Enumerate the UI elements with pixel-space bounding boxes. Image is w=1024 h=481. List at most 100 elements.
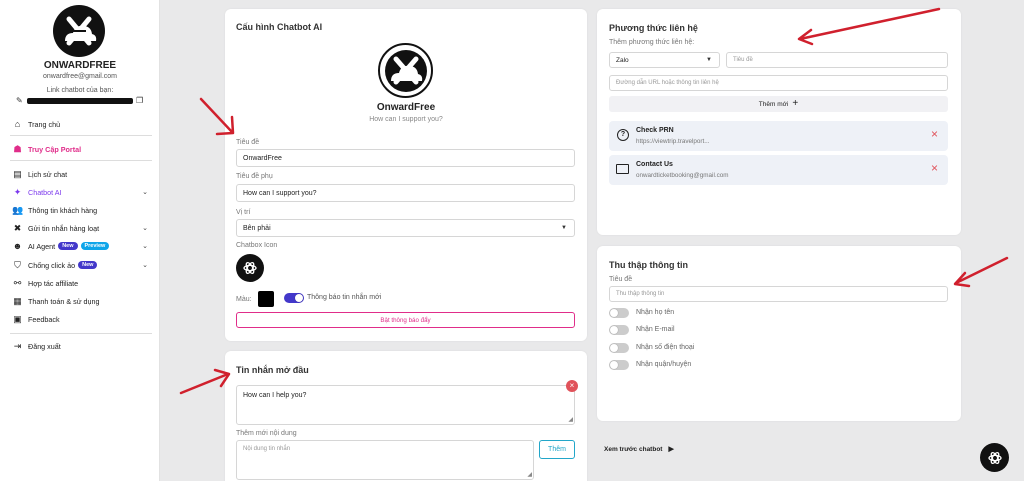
account-email: onwardfree@gmail.com (42, 73, 118, 80)
robot-icon: ☻ (12, 240, 23, 251)
add-content-label: Thêm mới nội dung (236, 430, 297, 437)
annotation-arrow (797, 7, 941, 46)
subtitle-input[interactable]: How can I support you? (236, 184, 575, 202)
sidebar-item-feedback[interactable]: ▣ Feedback (0, 311, 160, 327)
chatbot-link-redacted (27, 97, 133, 104)
new-badge: New (78, 261, 98, 269)
chatgpt-icon (987, 451, 1002, 464)
annotation-arrow (179, 368, 231, 395)
contact-type-select[interactable]: Zalo ▼ (609, 52, 720, 68)
affiliate-icon: ⚯ (13, 277, 22, 288)
new-message-placeholder: Nội dung tin nhắn (243, 446, 291, 452)
collect-title-label: Tiêu đề (609, 276, 633, 283)
sidebar-item-home[interactable]: ⌂ Trang chủ (0, 116, 160, 132)
chatbot-link-label: Link chatbot của bạn: (46, 87, 114, 94)
bot-subtitle-preview: How can I support you? (369, 116, 443, 123)
collect-option-label: Nhận quận/huyện (636, 361, 692, 368)
sidebar-item-chatbot-ai[interactable]: ✦ Chatbot AI ⌄ (0, 184, 160, 200)
resize-handle-icon[interactable]: ◢ (568, 416, 573, 423)
contact-item-detail: https://viewtrip.travelport... (636, 138, 710, 145)
title-input[interactable]: OnwardFree (236, 149, 575, 167)
enable-push-button[interactable]: Bật thông báo đẩy (236, 312, 575, 328)
brand-logo (53, 5, 105, 57)
collect-option-label: Nhận E-mail (636, 326, 675, 333)
bot-name-preview: OnwardFree (376, 102, 436, 113)
tools-icon: ✖ (13, 222, 22, 233)
collect-info-card: Thu thập thông tin Tiêu đề Thu thập thôn… (597, 246, 961, 421)
contact-title-input[interactable]: Tiêu đề (726, 52, 948, 68)
position-select[interactable]: Bên phải ▼ (236, 219, 575, 237)
collect-district-toggle[interactable] (609, 360, 629, 370)
card-title: Tin nhắn mở đầu (236, 365, 309, 375)
resize-handle-icon[interactable]: ◢ (527, 471, 532, 478)
notify-toggle[interactable] (284, 293, 304, 303)
add-contact-button[interactable]: Thêm mới + (609, 96, 948, 112)
position-label: Vị trí (236, 209, 251, 216)
color-label: Màu: (236, 296, 252, 303)
chat-launcher-button[interactable] (980, 443, 1009, 472)
chevron-down-icon: ⌄ (142, 262, 148, 269)
new-message-textarea[interactable]: Nội dung tin nhắn ◢ (236, 440, 534, 480)
users-icon: 👥 (12, 204, 24, 215)
color-swatch[interactable] (258, 291, 274, 307)
contact-item-detail: onwardticketbooking@gmail.com (636, 172, 729, 179)
collect-title-input[interactable]: Thu thập thông tin (609, 286, 948, 302)
sparkle-icon: ✦ (13, 186, 22, 197)
divider (10, 135, 152, 136)
annotation-arrow (199, 97, 235, 136)
chevron-down-icon: ⌄ (142, 189, 148, 196)
chatbot-link-row: ✎ ❐ (16, 96, 144, 105)
chatgpt-icon[interactable] (236, 254, 264, 282)
add-contact-label: Thêm phương thức liên hệ: (609, 39, 695, 46)
collect-name-toggle[interactable] (609, 308, 629, 318)
sidebar: ONWARDFREE onwardfree@gmail.com Link cha… (0, 0, 160, 481)
collect-email-toggle[interactable] (609, 325, 629, 335)
copy-icon[interactable]: ❐ (136, 96, 144, 105)
sidebar-item-label: Truy Cập Portal (28, 144, 82, 154)
sidebar-item-customers[interactable]: 👥 Thông tin khách hàng (0, 202, 160, 218)
home-icon: ⌂ (14, 118, 21, 129)
sidebar-item-chat-history[interactable]: ▤ Lịch sử chat (0, 166, 160, 182)
sidebar-item-label: Thông tin khách hàng (28, 205, 98, 215)
chat-history-icon: ▤ (13, 168, 22, 179)
caret-down-icon: ▼ (706, 57, 712, 63)
card-title: Thu thập thông tin (609, 260, 688, 270)
sidebar-item-label: Chatbot AI (28, 187, 62, 197)
collect-option-label: Nhận số điện thoại (636, 344, 695, 351)
edit-icon[interactable]: ✎ (16, 96, 24, 105)
sidebar-item-label: Feedback (28, 314, 60, 324)
sidebar-item-label: Gửi tin nhắn hàng loạt (28, 223, 100, 233)
annotation-arrow (953, 256, 1009, 288)
add-contact-label-text: Thêm mới (758, 100, 789, 108)
sidebar-item-label: Chống click ảo (28, 260, 76, 270)
sidebar-item-label: Thanh toán & sử dụng (28, 296, 100, 306)
logout-icon: ⇥ (13, 340, 22, 351)
title-label: Tiêu đề (236, 139, 260, 146)
preview-label: Xem trước chatbot (604, 445, 663, 453)
notify-label: Thông báo tin nhắn mới (307, 294, 382, 301)
feedback-icon: ▣ (13, 313, 22, 324)
opening-message-textarea[interactable]: How can I help you? ◢ (236, 385, 575, 425)
add-message-button[interactable]: Thêm (539, 440, 575, 459)
contact-item: ? Check PRN https://viewtrip.travelport.… (609, 121, 948, 151)
mail-icon (616, 164, 629, 174)
sidebar-item-affiliate[interactable]: ⚯ Hợp tác affiliate (0, 275, 160, 291)
subtitle-label: Tiêu đề phụ (236, 173, 273, 180)
preview-chatbot-button[interactable]: Xem trước chatbot ▶ (604, 445, 674, 454)
delete-icon[interactable]: × (931, 128, 938, 140)
contact-item: Contact Us onwardticketbooking@gmail.com… (609, 155, 948, 185)
delete-icon[interactable]: × (931, 162, 938, 174)
sidebar-item-anti-fraud[interactable]: ⛉ Chống click ảo New ⌄ (0, 257, 160, 273)
sidebar-item-logout[interactable]: ⇥ Đăng xuất (0, 338, 160, 354)
chatbot-config-card: Cấu hình Chatbot AI OnwardFree How can I… (225, 9, 587, 341)
card-title: Cấu hình Chatbot AI (236, 22, 323, 32)
collect-phone-toggle[interactable] (609, 343, 629, 353)
play-icon: ▶ (668, 446, 674, 453)
sidebar-item-billing[interactable]: ▦ Thanh toán & sử dụng (0, 293, 160, 309)
contact-url-input[interactable]: Đường dẫn URL hoặc thông tin liên hệ (609, 75, 948, 91)
sidebar-item-portal[interactable]: ☗ Truy Cập Portal (0, 141, 160, 157)
sidebar-item-ai-agent[interactable]: ☻ AI Agent New Preview ⌄ (0, 238, 160, 254)
sidebar-item-bulk-message[interactable]: ✖ Gửi tin nhắn hàng loạt ⌄ (0, 220, 160, 236)
remove-message-button[interactable]: × (566, 380, 578, 392)
contact-type-value: Zalo (616, 56, 629, 64)
